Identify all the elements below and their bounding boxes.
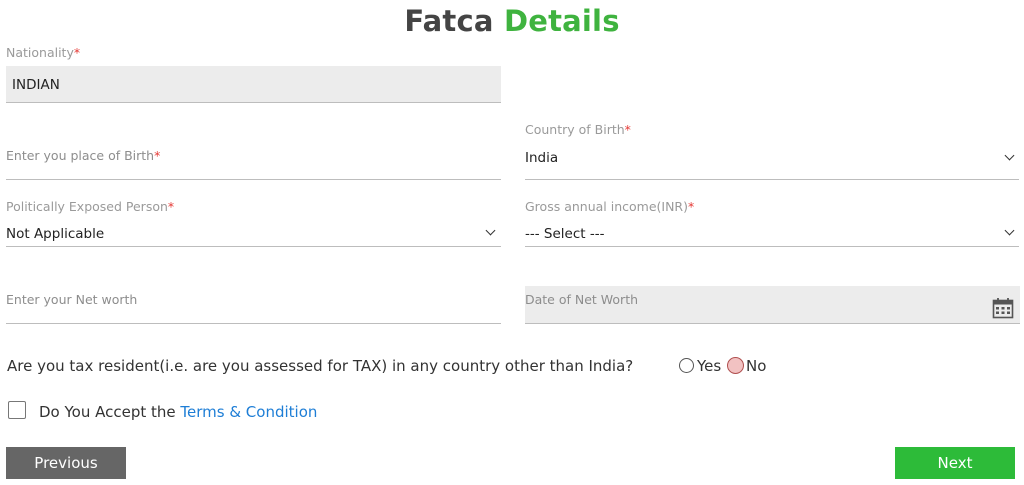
terms-accept-text: Do You Accept the Terms & Condition — [39, 403, 317, 421]
pep-value: Not Applicable — [6, 226, 105, 242]
date-net-worth-input[interactable]: Date of Net Worth — [525, 286, 1020, 324]
page-title-part1: Fatca — [404, 4, 494, 38]
country-of-birth-label: Country of Birth* — [525, 122, 631, 137]
page-title: Fatca Details — [0, 4, 1024, 38]
place-of-birth-input[interactable]: Enter you place of Birth* — [6, 145, 501, 180]
previous-button[interactable]: Previous — [6, 447, 126, 479]
gross-income-select[interactable]: --- Select --- — [525, 220, 1019, 247]
tax-no-label[interactable]: No — [746, 357, 766, 375]
chevron-down-icon — [1004, 225, 1015, 236]
nationality-label: Nationality* — [6, 45, 81, 60]
terms-prefix: Do You Accept the — [39, 403, 181, 421]
next-button[interactable]: Next — [895, 447, 1015, 479]
chevron-down-icon — [485, 225, 496, 236]
gross-income-label: Gross annual income(INR)* — [525, 199, 695, 214]
net-worth-placeholder: Enter your Net worth — [6, 292, 138, 307]
nationality-field[interactable]: INDIAN — [6, 66, 501, 103]
pep-label: Politically Exposed Person* — [6, 199, 175, 214]
date-net-worth-placeholder: Date of Net Worth — [525, 292, 639, 307]
page-title-part2: Details — [503, 4, 620, 38]
nationality-value: INDIAN — [12, 77, 60, 93]
tax-yes-label[interactable]: Yes — [697, 357, 721, 375]
calendar-icon[interactable] — [992, 297, 1014, 319]
pep-select[interactable]: Not Applicable — [6, 220, 501, 247]
net-worth-input[interactable]: Enter your Net worth — [6, 288, 501, 324]
tax-no-radio[interactable] — [727, 357, 744, 374]
terms-checkbox[interactable] — [8, 401, 26, 419]
country-of-birth-value: India — [525, 150, 559, 166]
tax-resident-question: Are you tax resident(i.e. are you assess… — [7, 357, 634, 375]
terms-link[interactable]: Terms & Condition — [180, 403, 317, 421]
gross-income-value: --- Select --- — [525, 226, 605, 242]
chevron-down-icon — [1004, 150, 1015, 161]
tax-yes-radio[interactable] — [679, 358, 694, 373]
country-of-birth-select[interactable]: India — [525, 143, 1019, 180]
place-of-birth-placeholder: Enter you place of Birth* — [6, 148, 161, 163]
